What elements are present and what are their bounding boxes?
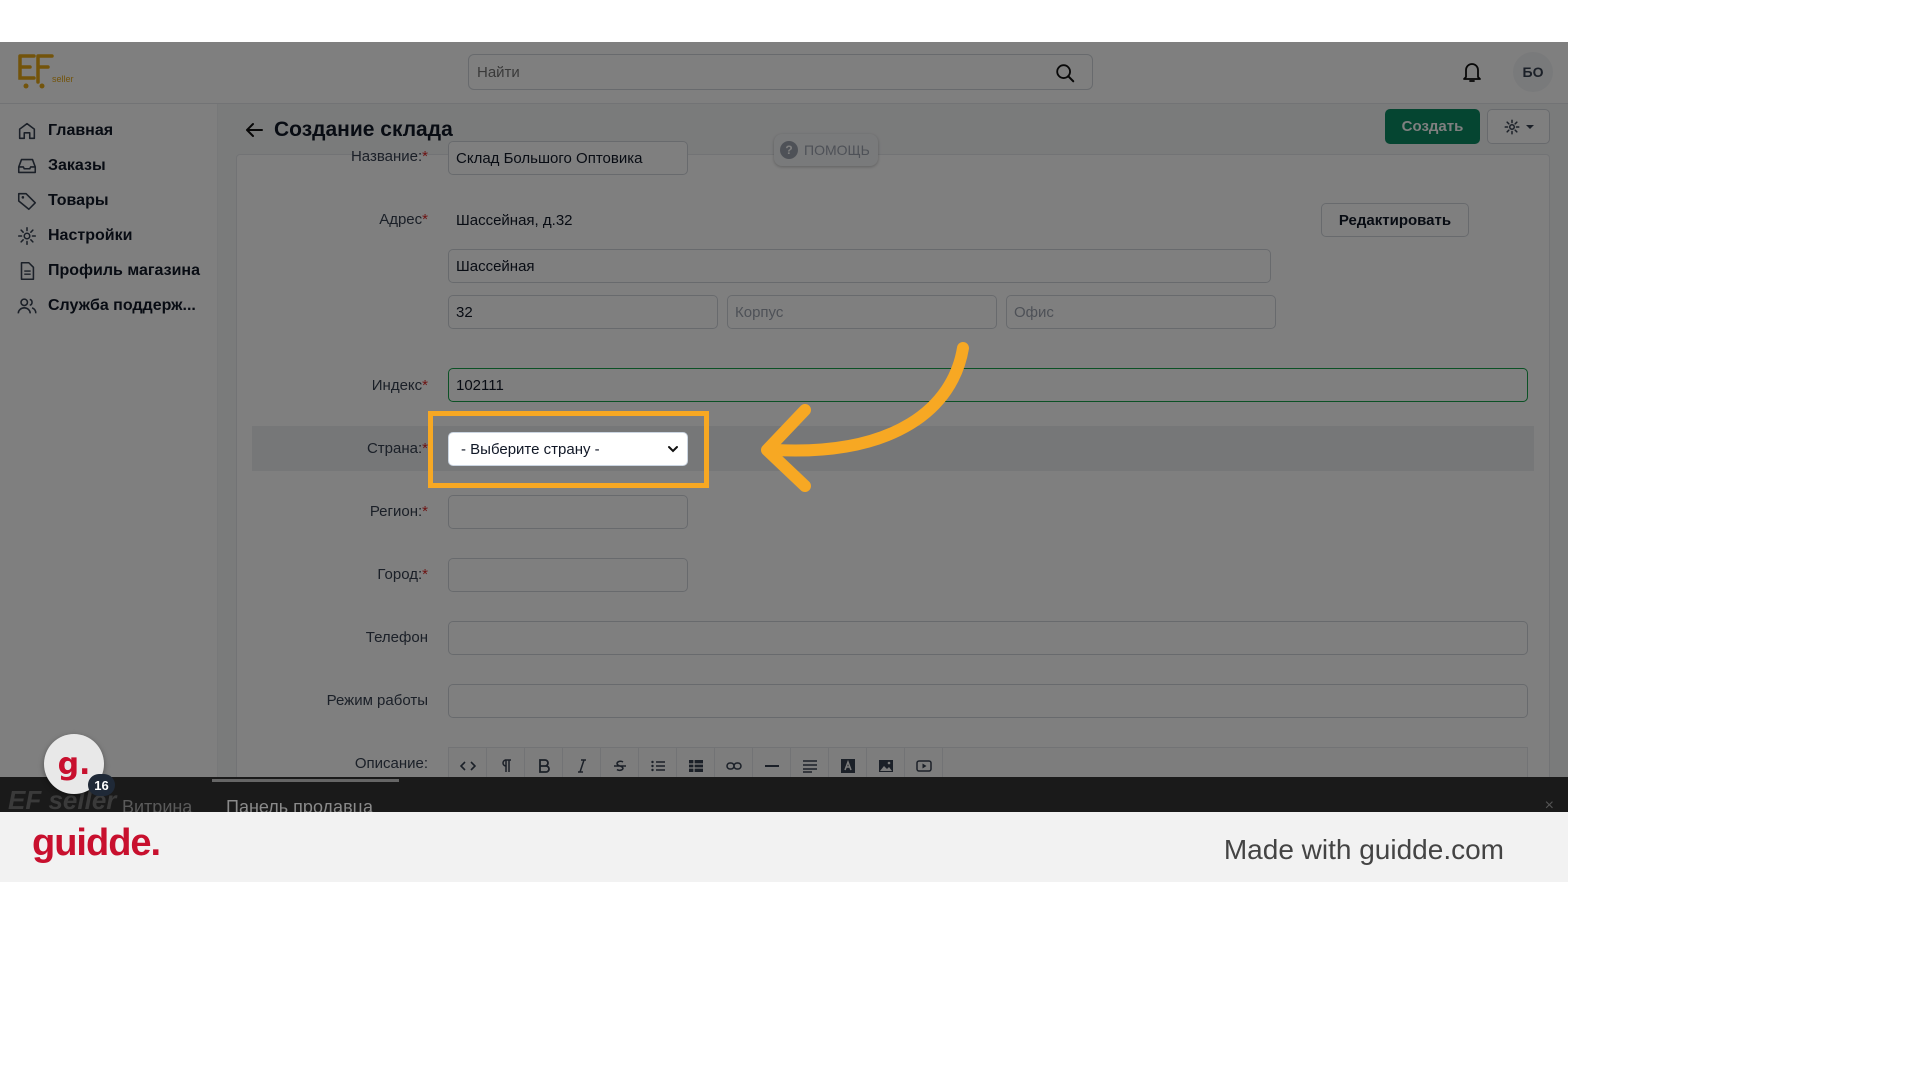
required-mark: * bbox=[422, 377, 428, 394]
active-tab-underline bbox=[212, 779, 399, 782]
city-field[interactable] bbox=[448, 558, 688, 592]
image-icon bbox=[878, 760, 893, 772]
sidebar-item-label: Профиль магазина bbox=[48, 262, 200, 279]
home-icon bbox=[18, 122, 36, 140]
storefront-bar: EF seller Витрина Панель продавца × bbox=[0, 777, 1568, 812]
document-icon bbox=[20, 261, 35, 281]
tab-storefront[interactable]: Витрина bbox=[122, 797, 192, 812]
guidde-widget-letter: g. bbox=[57, 746, 91, 782]
index-field[interactable]: 102111 bbox=[448, 368, 1528, 402]
avatar[interactable]: БО bbox=[1513, 52, 1553, 92]
region-label-text: Регион: bbox=[369, 503, 423, 520]
guidde-footer: guidde. Made with guidde.com bbox=[0, 812, 1568, 882]
align-icon bbox=[802, 760, 817, 773]
help-icon: ? bbox=[780, 141, 798, 159]
strikethrough-icon bbox=[613, 760, 626, 772]
gear-icon bbox=[1504, 119, 1519, 134]
screenshot-stage: seller БО Главная Заказы Товары bbox=[0, 0, 1568, 882]
gear-icon bbox=[17, 226, 37, 246]
inbox-icon bbox=[17, 158, 37, 174]
building-field[interactable]: Корпус bbox=[727, 295, 997, 329]
sidebar-item-orders[interactable]: Заказы bbox=[16, 151, 106, 181]
help-button[interactable]: ? ПОМОЩЬ bbox=[774, 134, 878, 166]
country-label: Страна:* bbox=[218, 440, 428, 457]
video-icon bbox=[915, 760, 932, 772]
city-label-text: Город: bbox=[377, 566, 423, 583]
top-band bbox=[0, 0, 1568, 42]
street-field[interactable]: Шассейная bbox=[448, 249, 1271, 283]
name-label-text: Название: bbox=[350, 148, 423, 165]
annotation-arrow-icon bbox=[761, 342, 969, 492]
region-field[interactable] bbox=[448, 495, 688, 529]
office-field[interactable]: Офис bbox=[1006, 295, 1276, 329]
sidebar-item-label: Служба поддерж... bbox=[48, 297, 196, 314]
paragraph-icon bbox=[501, 759, 511, 772]
sidebar-item-label: Товары bbox=[48, 192, 109, 209]
city-label: Город:* bbox=[218, 566, 428, 583]
hours-label: Режим работы bbox=[326, 692, 428, 709]
name-field[interactable]: Склад Большого Оптовика bbox=[448, 141, 688, 175]
logo[interactable]: seller bbox=[16, 52, 80, 92]
required-mark: * bbox=[422, 148, 428, 165]
phone-label: Телефон bbox=[365, 629, 428, 646]
tab-seller-panel[interactable]: Панель продавца bbox=[226, 797, 373, 812]
text-color-icon bbox=[840, 759, 855, 773]
guidde-logo: guidde. bbox=[32, 822, 161, 864]
country-label-text: Страна: bbox=[366, 440, 423, 457]
sidebar: Главная Заказы Товары Настройки Профиль … bbox=[0, 104, 218, 812]
search-input[interactable] bbox=[477, 59, 1037, 85]
sidebar-item-label: Главная bbox=[48, 122, 114, 139]
code-icon bbox=[459, 761, 476, 771]
page-title: Создание склада bbox=[274, 118, 453, 141]
index-label-text: Индекс bbox=[371, 377, 423, 394]
sidebar-item-settings[interactable]: Настройки bbox=[16, 221, 132, 251]
search-box[interactable] bbox=[468, 54, 1093, 90]
sidebar-item-home[interactable]: Главная bbox=[16, 116, 113, 146]
table-icon bbox=[688, 760, 703, 772]
edit-address-button[interactable]: Редактировать bbox=[1321, 203, 1469, 237]
tag-icon bbox=[17, 192, 37, 211]
settings-dropdown-button[interactable] bbox=[1487, 109, 1550, 144]
italic-icon bbox=[577, 759, 586, 773]
hours-field[interactable] bbox=[448, 684, 1528, 718]
region-label: Регион:* bbox=[218, 503, 428, 520]
list-icon bbox=[650, 760, 665, 772]
phone-field[interactable] bbox=[448, 621, 1528, 655]
bold-icon bbox=[538, 759, 550, 773]
house-field[interactable]: 32 bbox=[448, 295, 718, 329]
sidebar-item-label: Настройки bbox=[48, 227, 133, 244]
close-icon[interactable]: × bbox=[1545, 797, 1554, 812]
guidde-step-count: 16 bbox=[88, 774, 115, 796]
search-icon[interactable] bbox=[1054, 62, 1076, 84]
link-icon bbox=[725, 762, 742, 770]
horizontal-rule-icon bbox=[764, 765, 779, 767]
svg-text:seller: seller bbox=[52, 74, 74, 84]
sidebar-item-support[interactable]: Служба поддерж... bbox=[16, 291, 196, 321]
logo-icon: seller bbox=[18, 54, 74, 89]
address-display: Шассейная, д.32 bbox=[456, 212, 573, 229]
create-button[interactable]: Создать bbox=[1385, 109, 1480, 144]
users-icon bbox=[17, 298, 37, 314]
address-label-text: Адрес bbox=[379, 211, 423, 228]
made-with-label: Made with guidde.com bbox=[1223, 834, 1504, 865]
caret-down-icon bbox=[1525, 124, 1534, 129]
sidebar-item-label: Заказы bbox=[48, 157, 106, 174]
bell-icon[interactable] bbox=[1460, 60, 1484, 84]
help-label: ПОМОЩЬ bbox=[804, 142, 870, 158]
required-mark: * bbox=[422, 566, 428, 583]
sidebar-item-products[interactable]: Товары bbox=[16, 186, 109, 216]
highlight-box bbox=[428, 411, 709, 488]
description-label: Описание: bbox=[354, 755, 428, 772]
app-header: seller БО bbox=[0, 42, 1568, 104]
required-mark: * bbox=[422, 211, 428, 228]
back-arrow-icon[interactable] bbox=[242, 118, 266, 142]
name-label: Название:* bbox=[218, 148, 428, 165]
sidebar-item-shop-profile[interactable]: Профиль магазина bbox=[16, 256, 200, 286]
required-mark: * bbox=[422, 503, 428, 520]
index-label: Индекс* bbox=[218, 377, 428, 394]
address-label: Адрес* bbox=[218, 211, 428, 228]
